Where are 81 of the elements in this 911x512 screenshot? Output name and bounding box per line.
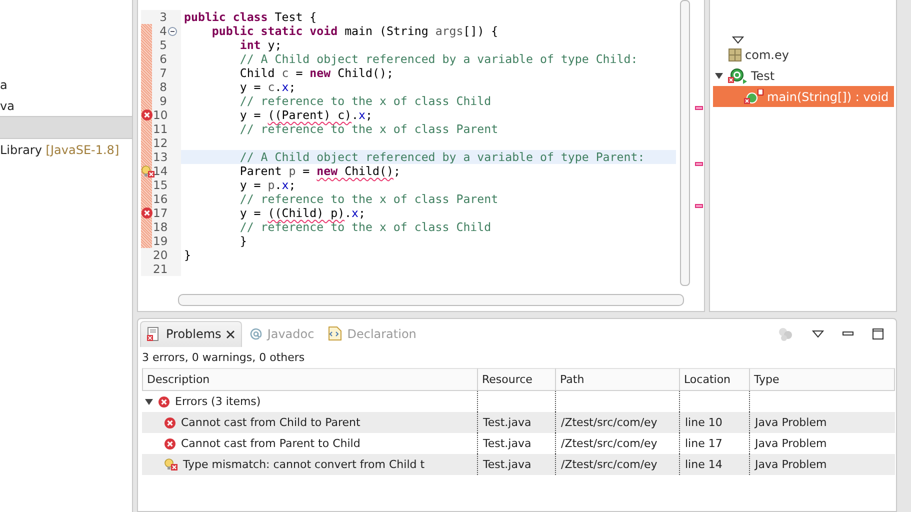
code-line: y = c.x;	[238, 80, 297, 94]
expanded-icon[interactable]	[715, 72, 723, 80]
problem-group[interactable]: Errors (3 items)	[175, 395, 261, 408]
location-cell: line 10	[685, 416, 722, 429]
line-number: 14	[153, 164, 167, 178]
error-icon	[158, 396, 170, 408]
expanded-icon[interactable]	[145, 398, 153, 406]
line-number: 13	[153, 150, 167, 164]
column-header[interactable]: Description	[142, 368, 478, 391]
line-number: 6	[158, 52, 167, 66]
path-cell: /Ztest/src/com/ey	[561, 458, 658, 471]
problems-summary: 3 errors, 0 warnings, 0 others	[141, 350, 306, 366]
line-number: 11	[153, 122, 167, 136]
resource-cell: Test.java	[483, 437, 532, 450]
error-icon	[164, 438, 176, 450]
code-line: public class Test {	[183, 10, 318, 24]
lightbulb-error-icon	[164, 458, 178, 471]
code-line: int y;	[238, 38, 283, 52]
problem-description[interactable]: Cannot cast from Parent to Child	[181, 437, 360, 450]
line-number: 5	[158, 38, 167, 52]
line-number: 12	[153, 136, 167, 150]
code-line: }	[183, 248, 192, 262]
code-line: // reference to the x of class Parent	[238, 122, 500, 136]
maximize-icon[interactable]	[872, 328, 884, 340]
column-header[interactable]: Path	[556, 368, 680, 391]
line-number: 20	[153, 248, 167, 262]
spiral-icon	[250, 328, 262, 340]
code-line: // reference to the x of class Parent	[238, 192, 500, 206]
line-number: 16	[153, 192, 167, 206]
declaration-icon	[328, 326, 342, 341]
line-number: 17	[153, 206, 167, 220]
view-menu-icon[interactable]	[812, 330, 824, 338]
line-number: 8	[158, 80, 167, 94]
code-line: Child c = new Child();	[238, 66, 394, 80]
view-menu-icon	[732, 36, 744, 44]
line-number: 7	[158, 66, 167, 80]
column-header[interactable]: Type	[750, 368, 895, 391]
resource-cell: Test.java	[483, 458, 532, 471]
method-error-icon	[742, 88, 764, 104]
line-number: 4	[158, 24, 167, 38]
line-number: 9	[158, 94, 167, 108]
code-line: y = ((Child) p).x;	[238, 206, 366, 220]
location-cell: line 14	[685, 458, 722, 471]
line-number: 3	[158, 10, 167, 24]
type-cell: Java Problem	[755, 458, 827, 471]
code-line: public static void main (String args[]) {	[210, 24, 500, 38]
line-number: 19	[153, 234, 167, 248]
code-line: // reference to the x of class Child	[238, 94, 492, 108]
minimize-icon[interactable]	[842, 330, 854, 338]
code-line: y = p.x;	[238, 178, 297, 192]
type-cell: Java Problem	[755, 437, 827, 450]
problems-icon	[147, 326, 161, 342]
column-header[interactable]: Location	[680, 368, 750, 391]
tree-item[interactable]: a	[0, 78, 8, 92]
package-icon	[728, 48, 742, 62]
resource-cell: Test.java	[483, 416, 532, 429]
path-cell: /Ztest/src/com/ey	[561, 437, 658, 450]
code-line: // A Child object referenced by a variable of type Child:	[238, 52, 639, 66]
vertical-scrollbar[interactable]	[680, 0, 690, 286]
outline-item[interactable]: Test	[751, 68, 775, 82]
outline-item[interactable]: com.ey	[745, 48, 789, 62]
path-cell: /Ztest/src/com/ey	[561, 416, 658, 429]
type-cell: Java Problem	[755, 416, 827, 429]
line-number: 10	[153, 108, 167, 122]
error-icon	[164, 416, 176, 428]
code-line: // reference to the x of class Child	[238, 220, 492, 234]
tree-item[interactable]: Library [JavaSE-1.8]	[0, 142, 120, 156]
code-line: y = ((Parent) c).x;	[238, 108, 374, 122]
view-tab[interactable]: Problems	[140, 320, 242, 346]
line-number: 18	[153, 220, 167, 234]
column-header[interactable]: Resource	[478, 368, 556, 391]
collapse-icon[interactable]	[168, 26, 177, 36]
line-number: 21	[153, 262, 167, 276]
code-line: }	[238, 234, 248, 248]
close-icon[interactable]	[226, 330, 236, 338]
class-error-icon	[728, 68, 748, 84]
horizontal-scrollbar[interactable]	[178, 294, 684, 306]
code-line: Parent p = new Child();	[238, 164, 402, 178]
line-number: 15	[153, 178, 167, 192]
tree-item[interactable]: va	[0, 98, 14, 112]
location-cell: line 17	[685, 437, 722, 450]
